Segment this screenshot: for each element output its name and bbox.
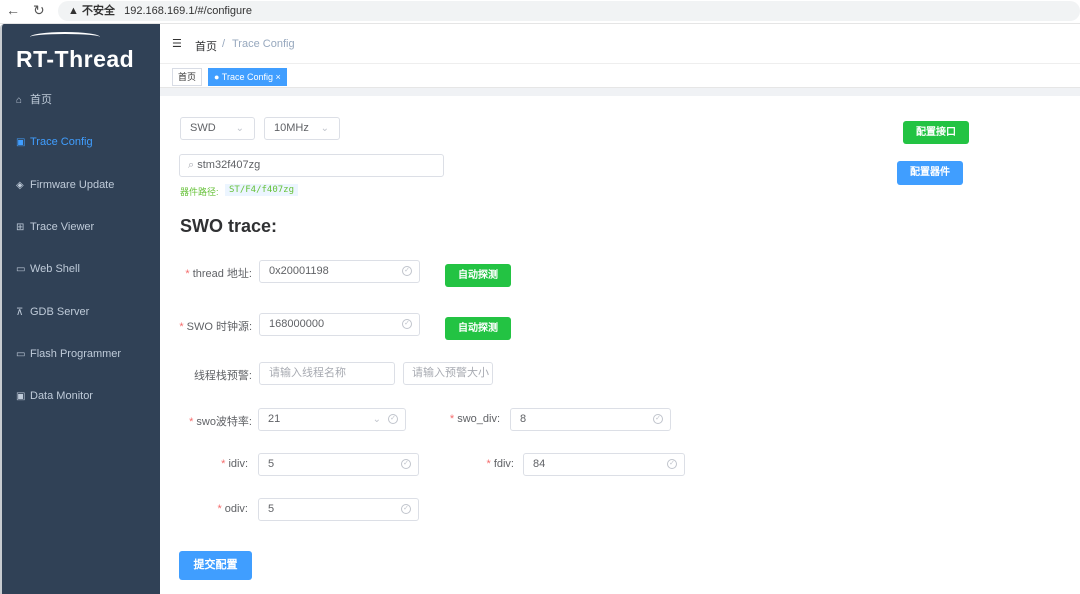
breadcrumb-home[interactable]: 首页 <box>195 38 217 54</box>
breadcrumb-current: Trace Config <box>232 38 295 50</box>
submit-config-button[interactable]: 提交配置 <box>179 551 252 580</box>
home-icon: ⌂ <box>16 95 23 106</box>
input-value: 168000000 <box>269 318 325 330</box>
address-bar[interactable]: ▲ 不安全 192.168.169.1/#/configure <box>58 1 1080 21</box>
fdiv-input[interactable]: 84 ✓ <box>523 453 685 476</box>
device-path-label: 器件路径: <box>180 187 219 197</box>
baud-label: * swo波特率: <box>189 416 252 428</box>
select-value: SWD <box>190 122 216 134</box>
chevron-down-icon: ⌄ <box>320 123 329 134</box>
thread-addr-label: * thread 地址: <box>185 268 252 280</box>
sidebar-item-trace-viewer[interactable]: ⊞ Trace Viewer <box>16 217 156 237</box>
input-value: 84 <box>533 458 546 470</box>
check-circle-icon: ✓ <box>402 319 412 329</box>
label-text: swo_div: <box>457 413 500 425</box>
input-value: 5 <box>268 458 275 470</box>
close-icon[interactable]: × <box>275 72 280 82</box>
fdiv-label: * fdiv: <box>486 458 514 470</box>
section-title: SWO trace: <box>180 216 278 236</box>
device-path-value: ST/F4/f407zg <box>225 184 299 196</box>
speed-select[interactable]: 10MHz ⌄ <box>264 117 340 140</box>
monitor-icon: ▣ <box>16 137 26 148</box>
label-text: fdiv: <box>493 458 514 470</box>
thread-name-input[interactable]: 请输入线程名称 <box>259 362 395 385</box>
sidebar-item-label: 首页 <box>30 94 52 106</box>
select-value: 21 <box>268 413 281 425</box>
thread-addr-input[interactable]: 0x20001198 ✓ <box>259 260 420 283</box>
sidebar-item-label: Flash Programmer <box>30 348 122 360</box>
sidebar-item-data-monitor[interactable]: ▣ Data Monitor <box>16 386 156 406</box>
network-icon: ⊼ <box>16 307 24 318</box>
input-value: 8 <box>520 413 527 425</box>
check-circle-icon: ✓ <box>401 504 411 514</box>
sidebar-item-label: Firmware Update <box>30 179 115 191</box>
grid-icon: ⊞ <box>16 222 25 233</box>
input-value: stm32f407zg <box>197 159 261 171</box>
sidebar-item-label: Trace Config <box>30 136 93 148</box>
content-divider <box>160 88 1080 96</box>
url-text: 192.168.169.1/#/configure <box>124 5 252 17</box>
sidebar-item-label: Trace Viewer <box>30 221 95 233</box>
screen-icon: ▭ <box>16 349 26 360</box>
interface-select[interactable]: SWD ⌄ <box>180 117 255 140</box>
select-value: 10MHz <box>274 122 309 134</box>
check-circle-icon: ✓ <box>667 459 677 469</box>
config-device-button[interactable]: 配置器件 <box>897 161 963 185</box>
sidebar-item-flash-programmer[interactable]: ▭ Flash Programmer <box>16 344 156 364</box>
sidebar-item-trace-config[interactable]: ▣ Trace Config <box>16 132 156 152</box>
sidebar-item-firmware-update[interactable]: ◈ Firmware Update <box>16 175 156 195</box>
odiv-label: * odiv: <box>217 503 248 515</box>
security-label: 不安全 <box>81 5 115 17</box>
header: ☰ 首页 / Trace Config <box>160 24 1080 64</box>
tag-label: Trace Config <box>221 72 273 82</box>
idiv-label: * idiv: <box>221 458 248 470</box>
label-text: thread 地址: <box>192 268 252 280</box>
warn-size-input[interactable]: 请输入预警大小 <box>403 362 493 385</box>
stack-warn-label: 线程栈预警: <box>193 370 252 382</box>
check-circle-icon: ✓ <box>402 266 412 276</box>
config-interface-button[interactable]: 配置接口 <box>903 121 969 144</box>
check-circle-icon: ✓ <box>653 414 663 424</box>
swo-div-input[interactable]: 8 ✓ <box>510 408 671 431</box>
sidebar-item-label: GDB Server <box>30 306 90 318</box>
input-value: 0x20001198 <box>269 265 329 277</box>
terminal-icon: ▭ <box>16 264 26 275</box>
label-text: swo波特率: <box>196 416 252 428</box>
sidebar-item-label: Data Monitor <box>30 390 93 402</box>
back-icon[interactable]: ← <box>6 2 20 18</box>
chevron-down-icon: ⌄ <box>235 123 244 134</box>
tag-trace-config[interactable]: ● Trace Config × <box>208 68 287 86</box>
label-text: idiv: <box>228 458 248 470</box>
odiv-input[interactable]: 5 ✓ <box>258 498 419 521</box>
browser-toolbar: ← ↻ ▲ 不安全 192.168.169.1/#/configure <box>0 0 1080 24</box>
breadcrumb-separator: / <box>222 38 226 50</box>
device-search-input[interactable]: ⌕ stm32f407zg <box>179 154 444 177</box>
swo-div-label: * swo_div: <box>449 413 500 425</box>
sidebar-item-home[interactable]: ⌂ 首页 <box>16 90 156 110</box>
auto-detect-thread-button[interactable]: 自动探测 <box>445 264 511 287</box>
clock-input[interactable]: 168000000 ✓ <box>259 313 420 336</box>
input-value: 5 <box>268 503 275 515</box>
menu-fold-icon[interactable]: ☰ <box>172 37 182 50</box>
search-icon: ⌕ <box>188 159 195 171</box>
label-text: SWO 时钟源: <box>186 321 252 333</box>
reload-icon[interactable]: ↻ <box>33 2 45 19</box>
warning-icon: ▲ <box>68 5 79 17</box>
sidebar-item-label: Web Shell <box>30 263 80 275</box>
clock-label: * SWO 时钟源: <box>179 321 252 333</box>
shield-icon: ◈ <box>16 180 24 191</box>
tags-view: 首页 ● Trace Config × <box>160 64 1080 88</box>
tag-home[interactable]: 首页 <box>172 68 203 86</box>
logo-swoosh-icon <box>30 32 100 42</box>
logo: RT-Thread <box>16 46 135 72</box>
auto-detect-clock-button[interactable]: 自动探测 <box>445 317 511 340</box>
tag-label: 首页 <box>178 72 197 82</box>
label-text: odiv: <box>224 503 248 515</box>
data-icon: ▣ <box>16 391 26 402</box>
